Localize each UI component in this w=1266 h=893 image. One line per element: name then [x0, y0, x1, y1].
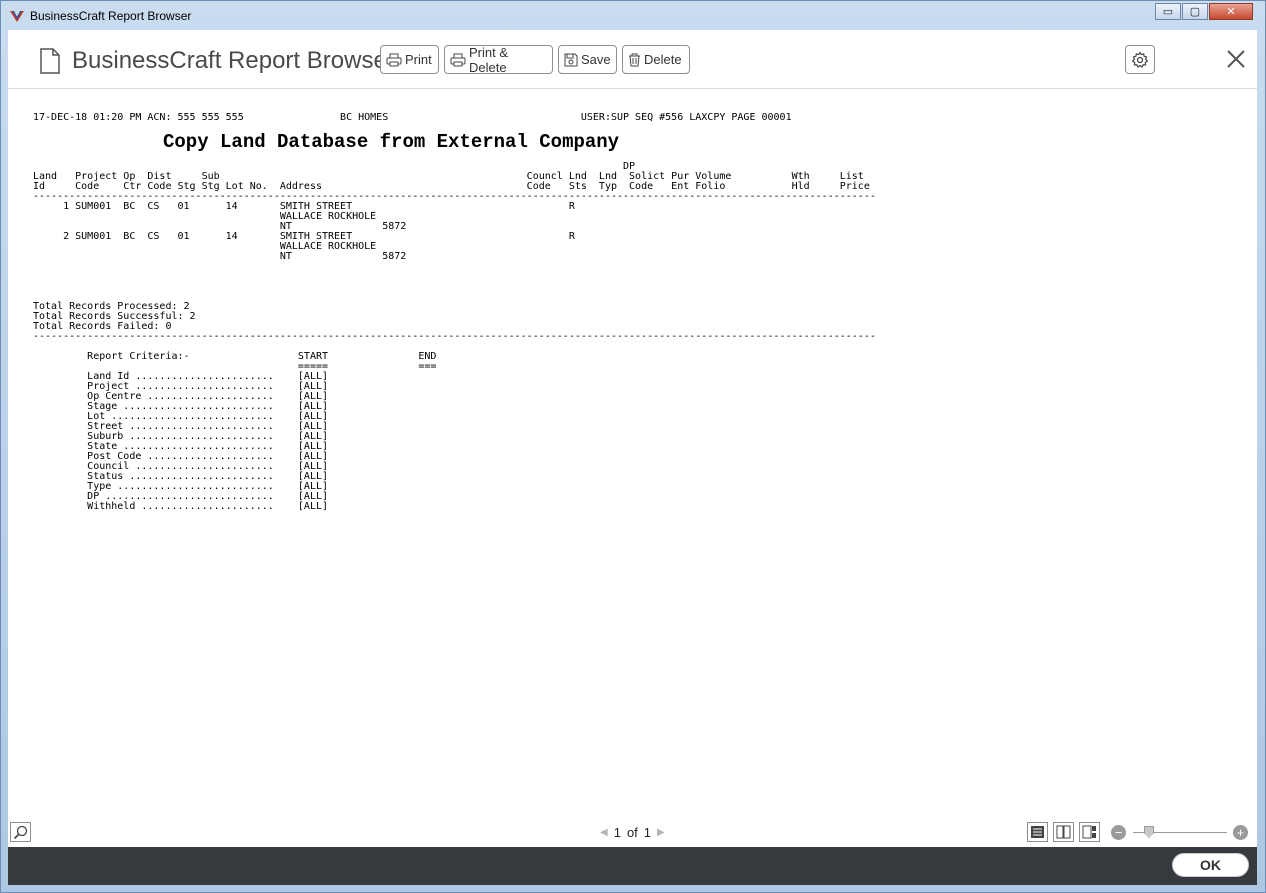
- page-title: BusinessCraft Report Browser: [72, 47, 395, 74]
- maximize-button[interactable]: ▢: [1182, 3, 1208, 20]
- trash-icon: [629, 53, 640, 66]
- ok-button[interactable]: OK: [1172, 853, 1249, 877]
- single-page-view-button[interactable]: [1027, 822, 1048, 842]
- continuous-view-button[interactable]: [1079, 822, 1100, 842]
- minimize-button[interactable]: ▭: [1155, 3, 1181, 20]
- page-of: of: [626, 825, 638, 840]
- save-label: Save: [581, 52, 611, 67]
- zoom-in-button[interactable]: +: [1233, 825, 1248, 840]
- printer-icon: [386, 53, 402, 66]
- zoom-slider-thumb[interactable]: [1144, 826, 1154, 838]
- single-page-icon: [1031, 826, 1044, 838]
- settings-button[interactable]: [1125, 45, 1155, 74]
- print-button[interactable]: Print: [380, 45, 439, 74]
- window-title: BusinessCraft Report Browser: [30, 9, 192, 23]
- app-logo-icon: [10, 10, 24, 22]
- page-total: 1: [643, 825, 652, 840]
- gear-icon: [1131, 50, 1149, 68]
- printer-icon: [450, 53, 466, 66]
- delete-label: Delete: [644, 52, 682, 67]
- two-page-view-button[interactable]: [1053, 822, 1074, 842]
- window-close-button[interactable]: ✕: [1209, 3, 1253, 20]
- close-icon[interactable]: [1224, 47, 1248, 71]
- print-delete-label: Print & Delete: [469, 44, 509, 75]
- two-page-icon: [1056, 825, 1071, 839]
- status-bar: [8, 847, 1257, 885]
- delete-button[interactable]: Delete: [622, 45, 690, 74]
- page-current: 1: [613, 825, 621, 840]
- zoom-search-button[interactable]: [10, 822, 31, 842]
- page-navigator: ◀ 1 of 1 ▶: [600, 825, 665, 840]
- report-browser-client: BusinessCraft Report Browser Print Print…: [8, 30, 1257, 885]
- window-close-icon: ✕: [1226, 6, 1236, 18]
- print-delete-button[interactable]: Print & Delete: [444, 44, 553, 75]
- next-page-icon[interactable]: ▶: [657, 827, 665, 838]
- document-icon: [40, 48, 60, 74]
- continuous-page-icon: [1082, 825, 1096, 839]
- report-body: DP Land Project Op Dist Sub Councl Lnd L…: [33, 161, 876, 512]
- save-button[interactable]: Save: [558, 45, 617, 74]
- maximize-icon: ▢: [1189, 6, 1201, 18]
- previous-page-icon[interactable]: ◀: [600, 827, 608, 838]
- search-zoom-icon: [13, 825, 27, 840]
- print-label: Print: [405, 52, 432, 67]
- save-icon: [564, 53, 578, 66]
- zoom-out-button[interactable]: −: [1111, 825, 1126, 840]
- minimize-icon: ▭: [1162, 6, 1174, 18]
